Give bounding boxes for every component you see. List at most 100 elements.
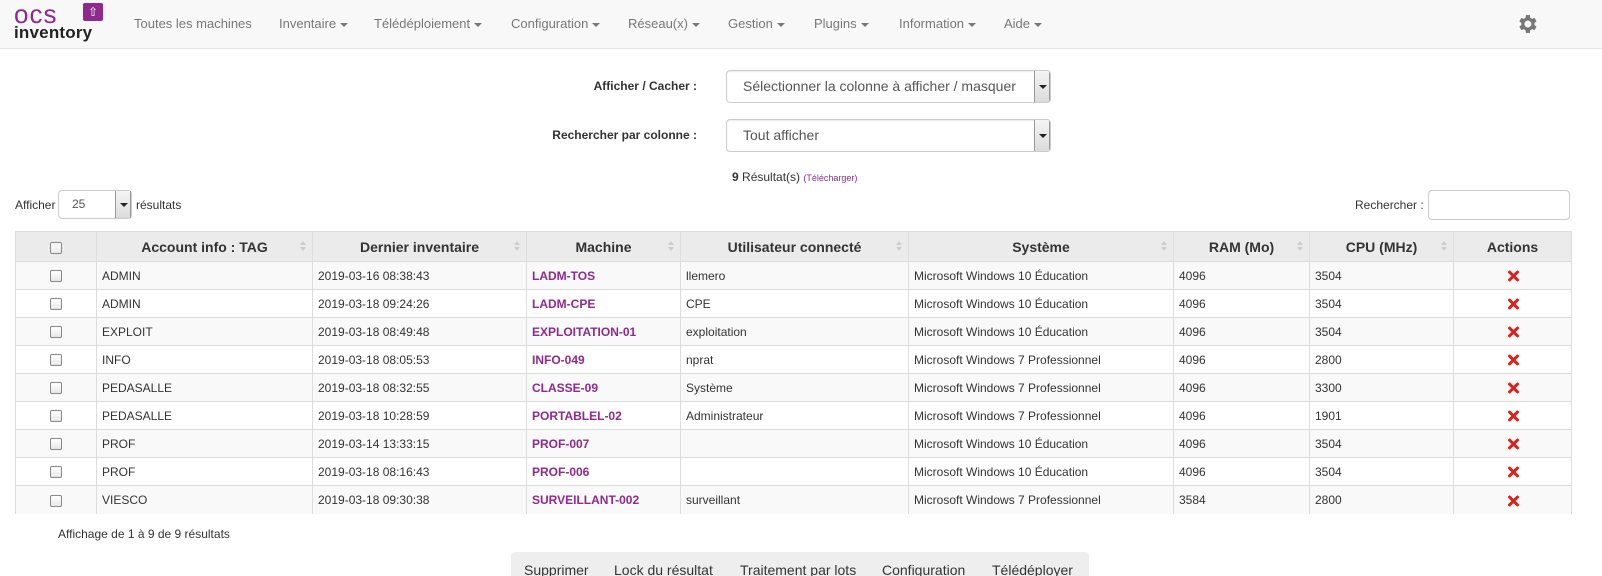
delete-icon[interactable] (1507, 298, 1519, 310)
user-cell: exploitation (680, 317, 909, 346)
table-header-row: Account info : TAG Dernier inventaire Ma… (15, 231, 1572, 262)
nav-plugins[interactable]: Plugins (814, 16, 869, 32)
nav-toutes-les-machines[interactable]: Toutes les machines (134, 16, 252, 32)
delete-icon[interactable] (1507, 354, 1519, 366)
results-suffix-label: résultats (136, 198, 182, 212)
actions-cell (1453, 345, 1572, 374)
delete-icon[interactable] (1507, 466, 1519, 478)
search-by-column-value: Tout afficher (743, 127, 820, 143)
date-cell: 2019-03-18 08:49:48 (312, 317, 527, 346)
ram-cell: 4096 (1173, 317, 1310, 346)
row-checkbox[interactable] (50, 354, 62, 367)
column-visibility-select[interactable]: Sélectionner la colonne à afficher / mas… (726, 70, 1051, 103)
select-all-header (15, 231, 97, 262)
row-checkbox[interactable] (50, 326, 62, 339)
machine-cell: PROF-006 (526, 457, 681, 486)
gear-icon[interactable] (1515, 12, 1539, 36)
date-cell: 2019-03-16 08:38:43 (312, 261, 527, 290)
machine-link[interactable]: LADM-CPE (532, 297, 595, 311)
show-entries-label: Afficher (15, 198, 56, 212)
actions-cell (1453, 289, 1572, 318)
column-header-system[interactable]: Système (908, 231, 1174, 262)
tag-cell: PROF (96, 429, 313, 458)
logo-inventory-text: inventory (14, 23, 93, 42)
delete-icon[interactable] (1507, 326, 1519, 338)
machine-link[interactable]: CLASSE-09 (532, 381, 598, 395)
select-all-checkbox[interactable] (50, 241, 62, 254)
row-checkbox[interactable] (50, 438, 62, 451)
tag-cell: ADMIN (96, 261, 313, 290)
delete-button[interactable]: Supprimer (524, 562, 589, 576)
nav-teledeploiement[interactable]: Télédéploiement (374, 16, 483, 32)
ram-cell: 4096 (1173, 401, 1310, 430)
search-by-column-select[interactable]: Tout afficher (726, 119, 1051, 152)
machine-link[interactable]: PROF-007 (532, 437, 589, 451)
column-header-ram[interactable]: RAM (Mo) (1173, 231, 1310, 262)
delete-icon[interactable] (1507, 495, 1519, 507)
table-search-input[interactable] (1428, 190, 1570, 220)
row-checkbox[interactable] (50, 270, 62, 283)
chevron-down-icon (115, 191, 131, 218)
user-cell (680, 429, 909, 458)
row-checkbox[interactable] (50, 410, 62, 423)
machine-link[interactable]: PROF-006 (532, 465, 589, 479)
date-cell: 2019-03-18 10:28:59 (312, 401, 527, 430)
user-cell: CPE (680, 289, 909, 318)
deploy-button[interactable]: Télédéployer (992, 562, 1073, 576)
system-cell: Microsoft Windows 10 Éducation (908, 457, 1174, 486)
delete-icon[interactable] (1507, 410, 1519, 422)
ram-cell: 4096 (1173, 373, 1310, 402)
row-checkbox[interactable] (50, 466, 62, 479)
column-header-machine[interactable]: Machine (526, 231, 681, 262)
machine-cell: EXPLOITATION-01 (526, 317, 681, 346)
cpu-cell: 2800 (1309, 485, 1454, 514)
page-size-select[interactable]: 25 (58, 190, 132, 219)
row-select-cell (15, 429, 97, 458)
row-select-cell (15, 289, 97, 318)
result-count-number: 9 (732, 170, 739, 184)
nav-aide[interactable]: Aide (1004, 16, 1043, 32)
machine-link[interactable]: EXPLOITATION-01 (532, 325, 636, 339)
nav-inventaire[interactable]: Inventaire (279, 16, 349, 32)
caret-down-icon (340, 22, 349, 27)
user-cell: nprat (680, 345, 909, 374)
ram-cell: 3584 (1173, 485, 1310, 514)
machine-link[interactable]: SURVEILLANT-002 (532, 493, 639, 507)
machine-link[interactable]: INFO-049 (532, 353, 585, 367)
configuration-button[interactable]: Configuration (882, 562, 965, 576)
ram-cell: 4096 (1173, 345, 1310, 374)
caret-down-icon (691, 22, 700, 27)
result-count: 9 Résultat(s) (Télécharger) (732, 170, 857, 184)
column-header-cpu[interactable]: CPU (MHz) (1309, 231, 1454, 262)
delete-icon[interactable] (1507, 438, 1519, 450)
machine-link[interactable]: LADM-TOS (532, 269, 595, 283)
machine-cell: CLASSE-09 (526, 373, 681, 402)
caret-down-icon (776, 22, 785, 27)
machine-cell: PORTABLEL-02 (526, 401, 681, 430)
delete-icon[interactable] (1507, 382, 1519, 394)
cpu-cell: 2800 (1309, 345, 1454, 374)
sort-icon (668, 241, 674, 253)
lock-result-button[interactable]: Lock du résultat (614, 562, 713, 576)
batch-processing-button[interactable]: Traitement par lots (740, 562, 856, 576)
machine-link[interactable]: PORTABLEL-02 (532, 409, 622, 423)
row-checkbox[interactable] (50, 382, 62, 395)
nav-configuration[interactable]: Configuration (511, 16, 601, 32)
nav-information[interactable]: Information (899, 16, 977, 32)
download-link[interactable]: (Télécharger) (803, 173, 857, 183)
row-checkbox[interactable] (50, 494, 62, 507)
cpu-cell: 3504 (1309, 317, 1454, 346)
column-header-user[interactable]: Utilisateur connecté (680, 231, 909, 262)
column-header-tag[interactable]: Account info : TAG (96, 231, 313, 262)
ram-cell: 4096 (1173, 289, 1310, 318)
column-header-last-inventory[interactable]: Dernier inventaire (312, 231, 527, 262)
delete-icon[interactable] (1507, 270, 1519, 282)
machine-cell: LADM-TOS (526, 261, 681, 290)
table-search-label: Rechercher : (1355, 198, 1424, 212)
actions-cell (1453, 317, 1572, 346)
nav-gestion[interactable]: Gestion (728, 16, 785, 32)
nav-reseaux[interactable]: Réseau(x) (628, 16, 700, 32)
ocs-inventory-logo[interactable]: ocs ⇧ inventory (14, 1, 106, 45)
row-checkbox[interactable] (50, 298, 62, 311)
system-cell: Microsoft Windows 10 Éducation (908, 317, 1174, 346)
